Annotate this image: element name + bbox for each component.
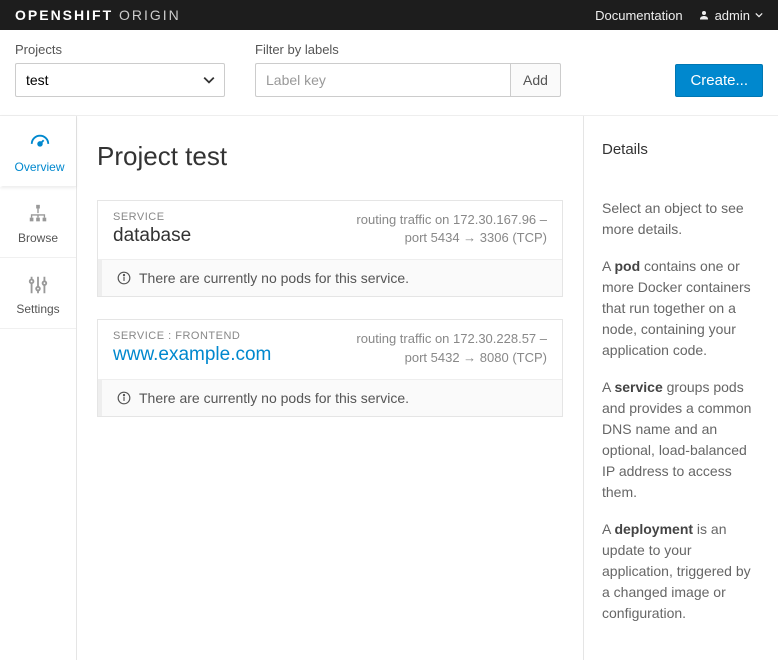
nav-label: Settings <box>16 302 59 316</box>
pods-text: There are currently no pods for this ser… <box>139 390 409 406</box>
service-name: database <box>113 225 191 247</box>
nav-item-overview[interactable]: Overview <box>0 116 76 187</box>
user-icon <box>698 9 710 21</box>
details-intro: Select an object to see more details. <box>602 198 760 240</box>
documentation-link[interactable]: Documentation <box>595 8 682 23</box>
route-line1: routing traffic on 172.30.228.57 – <box>356 330 547 348</box>
body-row: Overview Browse Settings Project test SE… <box>0 116 778 660</box>
create-button[interactable]: Create... <box>675 64 763 97</box>
left-nav: Overview Browse Settings <box>0 116 77 660</box>
route-line1: routing traffic on 172.30.167.96 – <box>356 211 547 229</box>
projects-group: Projects test <box>15 42 225 97</box>
info-icon <box>117 391 131 405</box>
user-name: admin <box>715 8 750 23</box>
service-head: SERVICE : FRONTEND www.example.com routi… <box>98 320 562 378</box>
brand-light: ORIGIN <box>119 7 181 23</box>
details-pod: A pod contains one or more Docker contai… <box>602 256 760 361</box>
pods-text: There are currently no pods for this ser… <box>139 270 409 286</box>
service-title-block: SERVICE : FRONTEND www.example.com <box>113 330 271 366</box>
filter-input-group: Add <box>255 63 561 97</box>
info-icon <box>117 271 131 285</box>
projects-label: Projects <box>15 42 225 57</box>
label-key-input[interactable] <box>255 63 510 97</box>
project-select-wrap: test <box>15 63 225 97</box>
service-title-block: SERVICE database <box>113 211 191 247</box>
details-deployment: A deployment is an update to your applic… <box>602 519 760 624</box>
service-name-link[interactable]: www.example.com <box>113 344 271 366</box>
page-title: Project test <box>97 141 563 172</box>
user-menu[interactable]: admin <box>698 8 763 23</box>
details-panel: Details Select an object to see more det… <box>583 116 778 660</box>
details-heading: Details <box>602 141 760 158</box>
project-select[interactable]: test <box>15 63 225 97</box>
service-tag: SERVICE : FRONTEND <box>113 330 271 342</box>
route-line2: port 5432 → 8080 (TCP) <box>356 349 547 367</box>
details-service: A service groups pods and provides a com… <box>602 377 760 503</box>
service-card-frontend: SERVICE : FRONTEND www.example.com routi… <box>97 319 563 416</box>
brand-bold: OPENSHIFT <box>15 7 113 23</box>
no-pods-message: There are currently no pods for this ser… <box>98 259 562 296</box>
nav-item-browse[interactable]: Browse <box>0 187 76 258</box>
service-head: SERVICE database routing traffic on 172.… <box>98 201 562 259</box>
term-service: service <box>614 379 662 395</box>
term-deployment: deployment <box>614 521 693 537</box>
nav-label: Overview <box>14 160 64 174</box>
brand: OPENSHIFT ORIGIN <box>15 7 580 23</box>
filter-label: Filter by labels <box>255 42 561 57</box>
chevron-down-icon <box>755 11 763 19</box>
filter-bar: Projects test Filter by labels Add Creat… <box>0 30 778 116</box>
service-card-database: SERVICE database routing traffic on 172.… <box>97 200 563 297</box>
no-pods-message: There are currently no pods for this ser… <box>98 379 562 416</box>
nav-label: Browse <box>18 231 58 245</box>
filter-group: Filter by labels Add <box>255 42 561 97</box>
navbar: OPENSHIFT ORIGIN Documentation admin <box>0 0 778 30</box>
service-route: routing traffic on 172.30.228.57 – port … <box>356 330 547 366</box>
sliders-icon <box>27 274 49 296</box>
service-text: groups pods and provides a common DNS na… <box>602 379 751 500</box>
dashboard-icon <box>29 132 51 154</box>
service-route: routing traffic on 172.30.167.96 – port … <box>356 211 547 247</box>
nav-item-settings[interactable]: Settings <box>0 258 76 329</box>
add-button[interactable]: Add <box>510 63 561 97</box>
term-pod: pod <box>614 258 640 274</box>
service-tag: SERVICE <box>113 211 191 223</box>
sitemap-icon <box>27 203 49 225</box>
main-content: Project test SERVICE database routing tr… <box>77 116 583 660</box>
route-line2: port 5434 → 3306 (TCP) <box>356 229 547 247</box>
